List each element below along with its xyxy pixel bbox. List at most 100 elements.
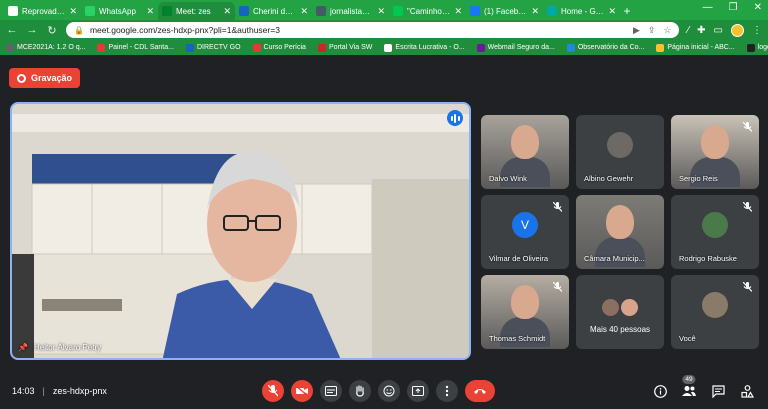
browser-tab[interactable]: jornalistasec ✕	[312, 2, 389, 20]
camera-icon[interactable]: ▶	[633, 25, 640, 36]
browser-tab[interactable]: Cherini defen ✕	[235, 2, 312, 20]
reactions-button[interactable]	[378, 380, 400, 402]
present-icon	[412, 386, 424, 396]
share-icon[interactable]: ⇪	[648, 25, 656, 36]
bookmark-item[interactable]: DIRECTV GO	[185, 43, 241, 52]
more-vert-icon	[445, 385, 449, 397]
info-icon	[653, 384, 667, 398]
tab-close-icon[interactable]: ✕	[608, 6, 616, 17]
browser-tab[interactable]: WhatsApp ✕	[81, 2, 158, 20]
more-people-avatars	[602, 298, 638, 316]
gg-icon	[393, 6, 403, 16]
participant-video	[511, 285, 539, 319]
clock-time: 14:03	[12, 386, 35, 396]
speaking-indicator-icon	[447, 110, 463, 126]
mini-avatar	[621, 298, 638, 316]
meeting-details-button[interactable]	[653, 384, 667, 398]
tab-close-icon[interactable]: ✕	[223, 6, 231, 17]
tab-close-icon[interactable]: ✕	[454, 6, 462, 17]
activities-button[interactable]	[740, 384, 754, 398]
minimize-icon[interactable]: —	[703, 2, 713, 13]
reload-icon[interactable]: ↻	[46, 24, 58, 37]
chat-button[interactable]	[711, 384, 725, 398]
tab-close-icon[interactable]: ✕	[146, 6, 154, 17]
participant-tile[interactable]: Thomas Schmidt	[481, 275, 569, 349]
captions-button[interactable]	[320, 380, 342, 402]
participant-tile[interactable]: Mais 40 pessoas	[576, 275, 664, 349]
activities-icon	[740, 384, 754, 398]
bookmark-label: Portal Via SW	[328, 44, 373, 51]
browser-tab[interactable]: Home - GAZ ✕	[543, 2, 620, 20]
extension-icon[interactable]: ⁄	[687, 25, 689, 36]
main-speaker-video[interactable]: 📌 Heitor Álvaro Petry	[10, 102, 471, 360]
browser-tab-strip: Reprovados ::✕WhatsApp✕Meet: zes✕Cherini…	[0, 0, 768, 20]
participant-tile[interactable]: Dalvo Wink	[481, 115, 569, 189]
participant-tile[interactable]: Rodrigo Rabuske	[671, 195, 759, 269]
participant-avatar	[702, 291, 728, 318]
mic-toggle-button[interactable]	[262, 380, 284, 402]
bookmark-favicon-icon	[566, 43, 575, 52]
tab-close-icon[interactable]: ✕	[300, 6, 308, 17]
bookmark-label: DIRECTV GO	[196, 44, 241, 51]
back-icon[interactable]: ←	[6, 24, 18, 36]
more-options-button[interactable]	[436, 380, 458, 402]
bookmark-item[interactable]: Escrita Lucrativa - O...	[384, 43, 465, 52]
forward-icon[interactable]: →	[26, 24, 38, 36]
bookmark-favicon-icon	[476, 43, 485, 52]
ai-icon	[239, 6, 249, 16]
maximize-icon[interactable]: ❐	[729, 2, 738, 13]
bookmark-item[interactable]: Curso Perícia	[252, 43, 306, 52]
pin-icon[interactable]: 📌	[18, 343, 28, 352]
tab-close-icon[interactable]: ✕	[377, 6, 385, 17]
main-speaker-name: Heitor Álvaro Petry	[33, 343, 102, 352]
bookmark-item[interactable]: MCE2021A: 1.2 O q...	[6, 43, 85, 52]
browser-tab[interactable]: "Caminho se ✕	[389, 2, 466, 20]
participant-name: Câmara Municip...	[584, 254, 645, 263]
browser-tab[interactable]: Meet: zes ✕	[158, 2, 235, 20]
new-tab-button[interactable]: +	[620, 2, 634, 20]
leave-call-button[interactable]	[465, 380, 495, 402]
bookmark-item[interactable]: Página inicial - ABC...	[656, 43, 735, 52]
address-bar[interactable]: 🔒 meet.google.com/zes-hdxp-pnx?pli=1&aut…	[66, 22, 680, 38]
page-icon	[8, 6, 18, 16]
tab-label: Meet: zes	[176, 6, 211, 16]
bookmark-item[interactable]: Portal Via SW	[317, 43, 373, 52]
participant-tile[interactable]: Albino Gewehr	[576, 115, 664, 189]
mic-off-icon	[551, 201, 563, 213]
mic-off-icon	[741, 281, 753, 293]
people-button[interactable]: 49	[682, 375, 696, 398]
participant-tile[interactable]: Sergio Reis	[671, 115, 759, 189]
meet-bottom-bar: 14:03 | zes-hdxp-pnx 49	[0, 373, 768, 409]
present-button[interactable]	[407, 380, 429, 402]
recording-indicator[interactable]: Gravação	[9, 68, 81, 88]
tab-close-icon[interactable]: ✕	[531, 6, 539, 17]
menu-dots-icon[interactable]: ⋮	[752, 25, 762, 36]
participant-name: Albino Gewehr	[584, 174, 634, 183]
bookmark-item[interactable]: Webmail Seguro da...	[476, 43, 555, 52]
globe-icon	[316, 6, 326, 16]
bookmark-star-icon[interactable]: ☆	[663, 25, 671, 36]
bookmark-item[interactable]: Painel - CDL Santa...	[97, 43, 174, 52]
browser-toolbar: ← → ↻ 🔒 meet.google.com/zes-hdxp-pnx?pli…	[0, 20, 768, 40]
browser-tab[interactable]: (1) Facebook ✕	[466, 2, 543, 20]
window-controls: — ❐ ✕	[703, 2, 762, 13]
participant-tile[interactable]: V Vilmar de Oliveira	[481, 195, 569, 269]
info-separator: |	[42, 386, 45, 396]
profile-avatar[interactable]	[731, 23, 744, 37]
tab-close-icon[interactable]: ✕	[69, 6, 77, 17]
browser-tab[interactable]: Reprovados ::✕	[4, 2, 81, 20]
participant-count-badge: 49	[682, 375, 696, 384]
bookmark-item[interactable]: logo	[746, 43, 768, 52]
bookmark-item[interactable]: Observatório da Co...	[566, 43, 644, 52]
whatsapp-icon	[85, 6, 95, 16]
emoji-icon	[383, 385, 395, 397]
close-window-icon[interactable]: ✕	[754, 2, 762, 13]
mic-off-icon	[741, 121, 753, 133]
participant-tile[interactable]: Você	[671, 275, 759, 349]
raise-hand-button[interactable]	[349, 380, 371, 402]
sidebar-icon[interactable]: ▭	[714, 25, 723, 36]
tab-label: jornalistasec	[330, 6, 374, 16]
puzzle-icon[interactable]: ✚	[697, 25, 705, 36]
participant-tile[interactable]: Câmara Municip...	[576, 195, 664, 269]
camera-toggle-button[interactable]	[291, 380, 313, 402]
